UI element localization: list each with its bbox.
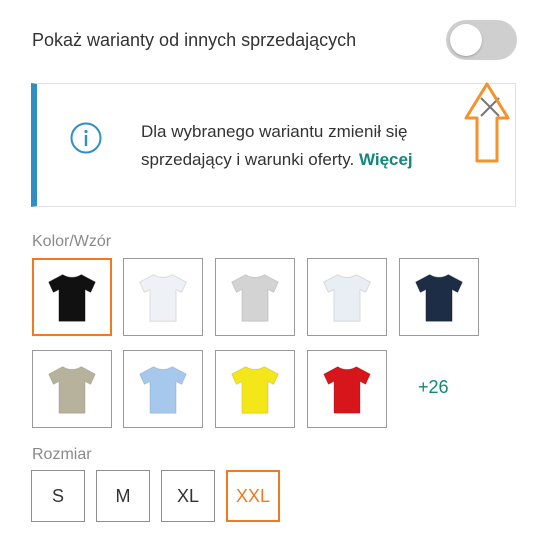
notice-more-link[interactable]: Więcej [359, 150, 413, 169]
info-icon [70, 122, 102, 154]
color-swatch-navy[interactable] [399, 258, 479, 336]
close-icon[interactable] [477, 94, 503, 120]
tshirt-icon [139, 274, 187, 322]
color-swatch-white[interactable] [123, 258, 203, 336]
size-button-xl[interactable]: XL [161, 470, 215, 522]
size-section-label: Rozmiar [32, 446, 92, 463]
tshirt-icon [139, 366, 187, 414]
tshirt-icon [231, 274, 279, 322]
color-swatch-red[interactable] [307, 350, 387, 428]
notice-text: Dla wybranego wariantu zmienił się sprze… [141, 118, 471, 174]
color-swatch-black[interactable] [32, 258, 112, 336]
color-swatch-white-2[interactable] [307, 258, 387, 336]
tshirt-icon [415, 274, 463, 322]
seller-change-notice: Dla wybranego wariantu zmienił się sprze… [31, 83, 516, 207]
other-sellers-toggle[interactable] [446, 20, 517, 60]
other-sellers-toggle-row: Pokaż warianty od innych sprzedających [32, 20, 517, 64]
color-section-label: Kolor/Wzór [32, 233, 112, 250]
tshirt-icon [323, 274, 371, 322]
tshirt-icon [231, 366, 279, 414]
color-swatch-khaki[interactable] [32, 350, 112, 428]
size-button-s[interactable]: S [31, 470, 85, 522]
tshirt-icon [323, 366, 371, 414]
color-swatch-light-blue[interactable] [123, 350, 203, 428]
tshirt-icon [48, 274, 96, 322]
more-colors-link[interactable]: +26 [418, 377, 449, 398]
other-sellers-toggle-label: Pokaż warianty od innych sprzedających [32, 30, 357, 50]
size-button-m[interactable]: M [96, 470, 150, 522]
color-swatch-yellow[interactable] [215, 350, 295, 428]
tshirt-icon [48, 366, 96, 414]
size-button-xxl[interactable]: XXL [226, 470, 280, 522]
toggle-knob [450, 24, 482, 56]
color-swatch-light-grey[interactable] [215, 258, 295, 336]
